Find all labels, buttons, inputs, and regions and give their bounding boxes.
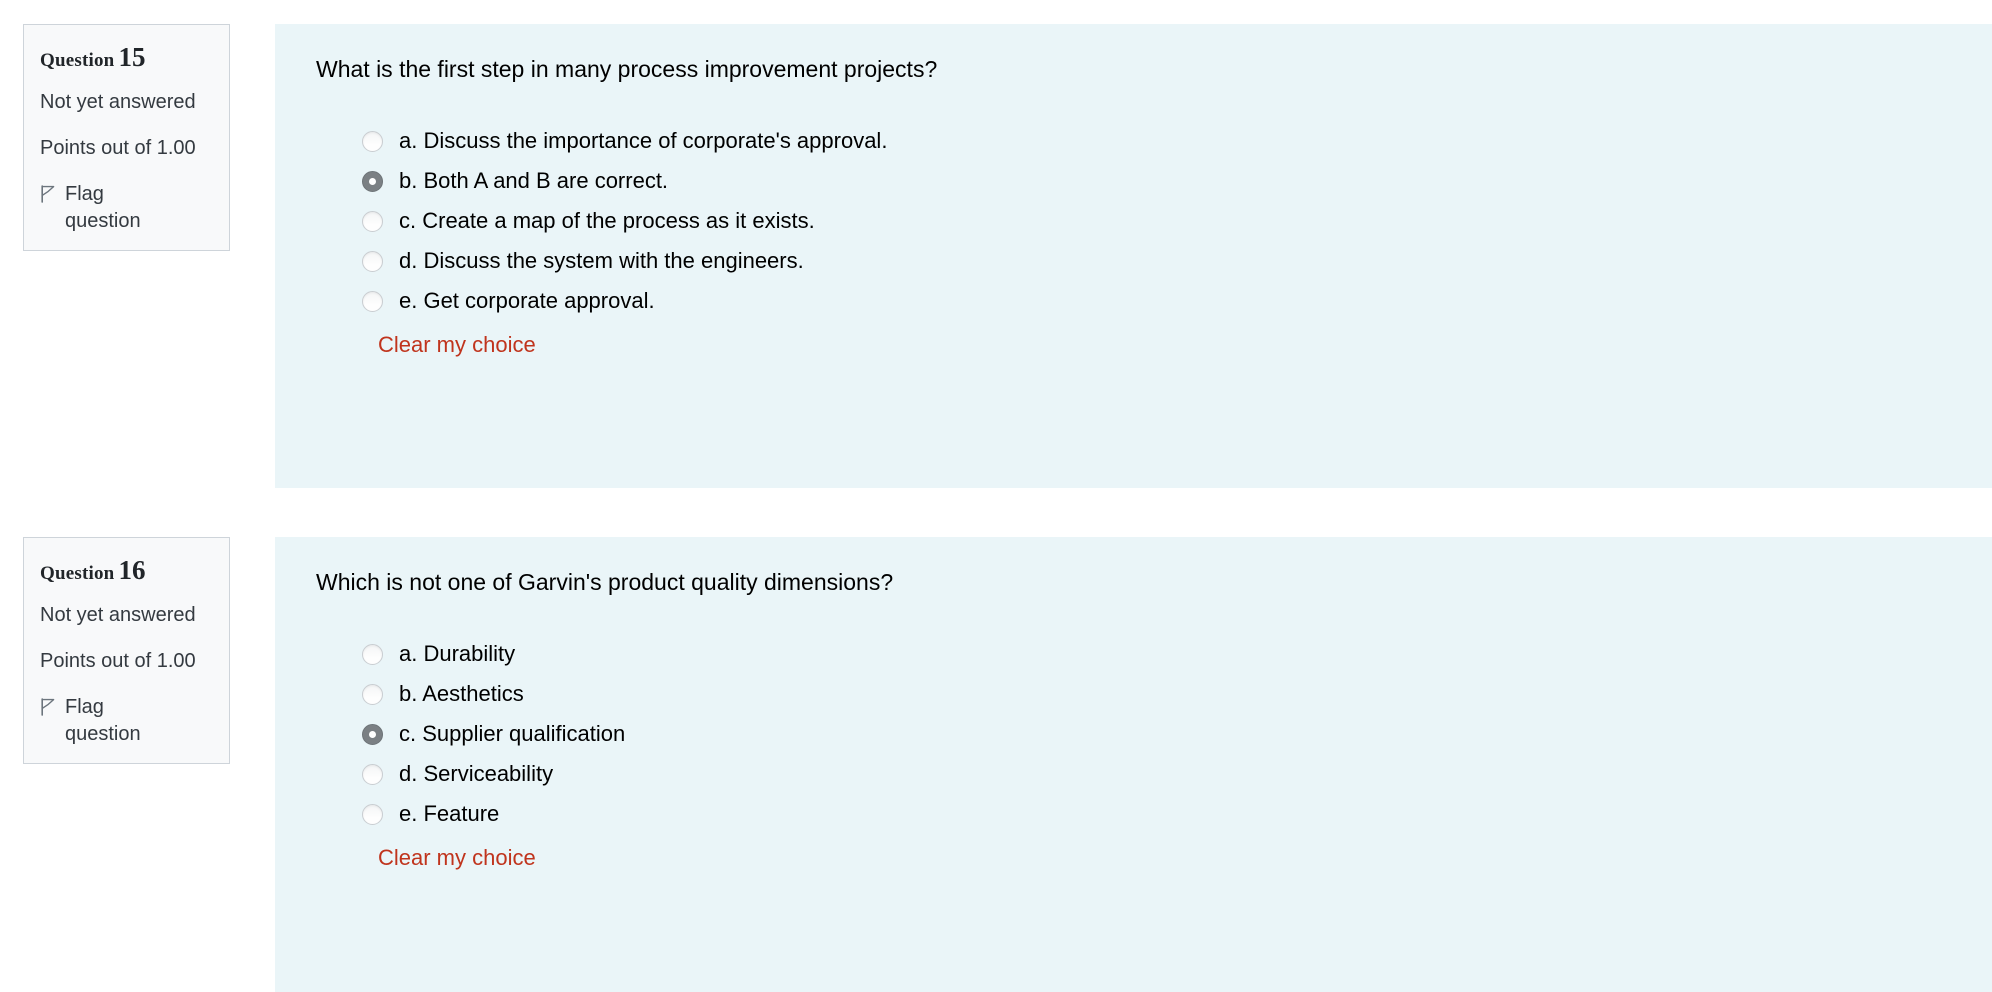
- answer-label[interactable]: b. Aesthetics: [399, 680, 524, 709]
- flag-question-button[interactable]: Flag question: [40, 181, 213, 234]
- answer-label[interactable]: c. Supplier qualification: [399, 720, 625, 749]
- answer-list: a. Discuss the importance of corporate's…: [315, 121, 1952, 321]
- answer-option[interactable]: a. Durability: [315, 634, 1952, 674]
- answer-label[interactable]: d. Discuss the system with the engineers…: [399, 247, 804, 276]
- flag-icon: [40, 184, 56, 210]
- question-content-panel: What is the first step in many process i…: [275, 24, 1992, 488]
- radio-button-a[interactable]: [362, 643, 383, 665]
- flag-question-label: Flag question: [65, 696, 141, 745]
- question-state: Not yet answered: [40, 603, 196, 626]
- question-heading-word: Question: [40, 50, 115, 71]
- radio-button-e[interactable]: [362, 290, 383, 312]
- flag-icon: [40, 697, 56, 723]
- clear-my-choice-link[interactable]: Clear my choice: [378, 331, 536, 360]
- answer-label[interactable]: a. Durability: [399, 640, 515, 669]
- answer-option[interactable]: c. Create a map of the process as it exi…: [315, 201, 1952, 241]
- question-info-panel: Question 15 Not yet answered Points out o…: [23, 24, 230, 252]
- answer-option[interactable]: d. Serviceability: [315, 754, 1952, 794]
- flag-question-label: Flag question: [65, 183, 141, 232]
- question-prompt: Which is not one of Garvin's product qua…: [316, 569, 894, 595]
- answer-label[interactable]: e. Feature: [399, 800, 499, 829]
- radio-button-b[interactable]: [362, 683, 383, 705]
- clear-my-choice-link[interactable]: Clear my choice: [378, 844, 536, 873]
- radio-button-a[interactable]: [362, 130, 383, 152]
- answer-label[interactable]: d. Serviceability: [399, 760, 553, 789]
- question-heading-word: Question: [40, 563, 115, 584]
- question-heading-number: 15: [118, 42, 146, 72]
- answer-option[interactable]: b. Both A and B are correct.: [315, 161, 1952, 201]
- radio-button-c[interactable]: [362, 210, 383, 232]
- question-points: Points out of 1.00: [40, 137, 196, 160]
- question-prompt: What is the first step in many process i…: [316, 56, 938, 82]
- quiz-page: Question 15 Not yet answered Points out o…: [0, 0, 1992, 992]
- question-points: Points out of 1.00: [40, 650, 196, 673]
- answer-option[interactable]: e. Feature: [315, 794, 1952, 834]
- question-state: Not yet answered: [40, 90, 196, 113]
- answer-option[interactable]: e. Get corporate approval.: [315, 281, 1952, 321]
- radio-button-d[interactable]: [362, 763, 383, 785]
- answer-list: a. Durability b. Aesthetics c. Supplier …: [315, 634, 1952, 834]
- radio-button-c[interactable]: [362, 723, 383, 745]
- question-content-panel: Which is not one of Garvin's product qua…: [275, 537, 1992, 992]
- radio-button-b[interactable]: [362, 170, 383, 192]
- question-heading: Question 15: [40, 42, 213, 73]
- radio-button-e[interactable]: [362, 803, 383, 825]
- answer-label[interactable]: b. Both A and B are correct.: [399, 167, 668, 196]
- answer-label[interactable]: c. Create a map of the process as it exi…: [399, 207, 815, 236]
- radio-button-d[interactable]: [362, 250, 383, 272]
- question-heading: Question 16: [40, 555, 213, 586]
- answer-label[interactable]: a. Discuss the importance of corporate's…: [399, 127, 887, 156]
- answer-option[interactable]: d. Discuss the system with the engineers…: [315, 241, 1952, 281]
- flag-question-button[interactable]: Flag question: [40, 694, 213, 747]
- answer-option[interactable]: a. Discuss the importance of corporate's…: [315, 121, 1952, 161]
- question-info-panel: Question 16 Not yet answered Points out o…: [23, 537, 230, 765]
- answer-option[interactable]: b. Aesthetics: [315, 674, 1952, 714]
- answer-label[interactable]: e. Get corporate approval.: [399, 287, 655, 316]
- answer-option[interactable]: c. Supplier qualification: [315, 714, 1952, 754]
- question-heading-number: 16: [118, 555, 146, 585]
